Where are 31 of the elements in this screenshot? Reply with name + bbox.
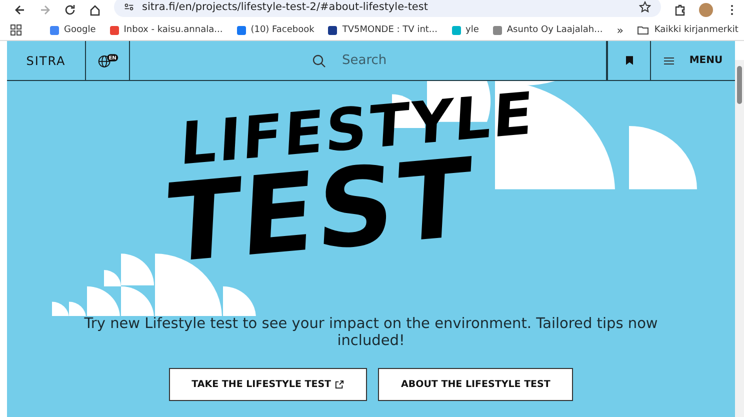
puzzle-icon[interactable] [674,4,686,16]
bookmark[interactable]: Asunto Oy Laajalah... [492,25,603,35]
url-text: sitra.fi/en/projects/lifestyle-test-2/#about-lifestyle-test [142,1,429,13]
menu-icon [663,54,676,66]
site-settings-icon[interactable] [124,2,134,12]
home-icon[interactable] [89,4,101,16]
folder-icon [637,24,650,36]
back-icon[interactable] [14,4,26,16]
avatar[interactable] [699,3,713,17]
bookmark[interactable]: TV5MONDE : TV int... [328,25,438,35]
reload-icon[interactable] [64,4,76,16]
bookmark-icon [626,56,632,65]
external-link-icon [335,380,344,389]
search-icon [312,54,326,68]
menu-button[interactable]: MENU [651,41,735,80]
search-field[interactable]: Search [340,52,424,69]
other-bookmarks-folder[interactable]: Kaikki kirjanmerkit [637,24,738,36]
bookmark[interactable]: Inbox - kaisu.annala... [110,25,223,35]
description-text: Try new Lifestyle test to see your impact on the environment. Tailored tips now included! [83,316,659,350]
sitra-logo[interactable]: SITRA [7,41,86,80]
apps-icon[interactable] [10,24,22,36]
star-icon[interactable] [639,1,651,13]
scrollbar[interactable] [735,60,744,417]
cta-button[interactable]: TAKE THE LIFESTYLE TEST [168,368,368,401]
bookmark[interactable]: (10) Facebook [236,25,314,35]
bookmark[interactable]: yle [452,25,479,35]
more-bookmarks-button[interactable]: » [616,24,624,36]
bookmark-button[interactable] [607,41,651,80]
cta-button[interactable]: ABOUT THE LIFESTYLE TEST [378,368,574,401]
address-bar[interactable]: sitra.fi/en/projects/lifestyle-test-2/#about-lifestyle-test [114,0,661,17]
bookmark[interactable]: Google [50,25,96,35]
